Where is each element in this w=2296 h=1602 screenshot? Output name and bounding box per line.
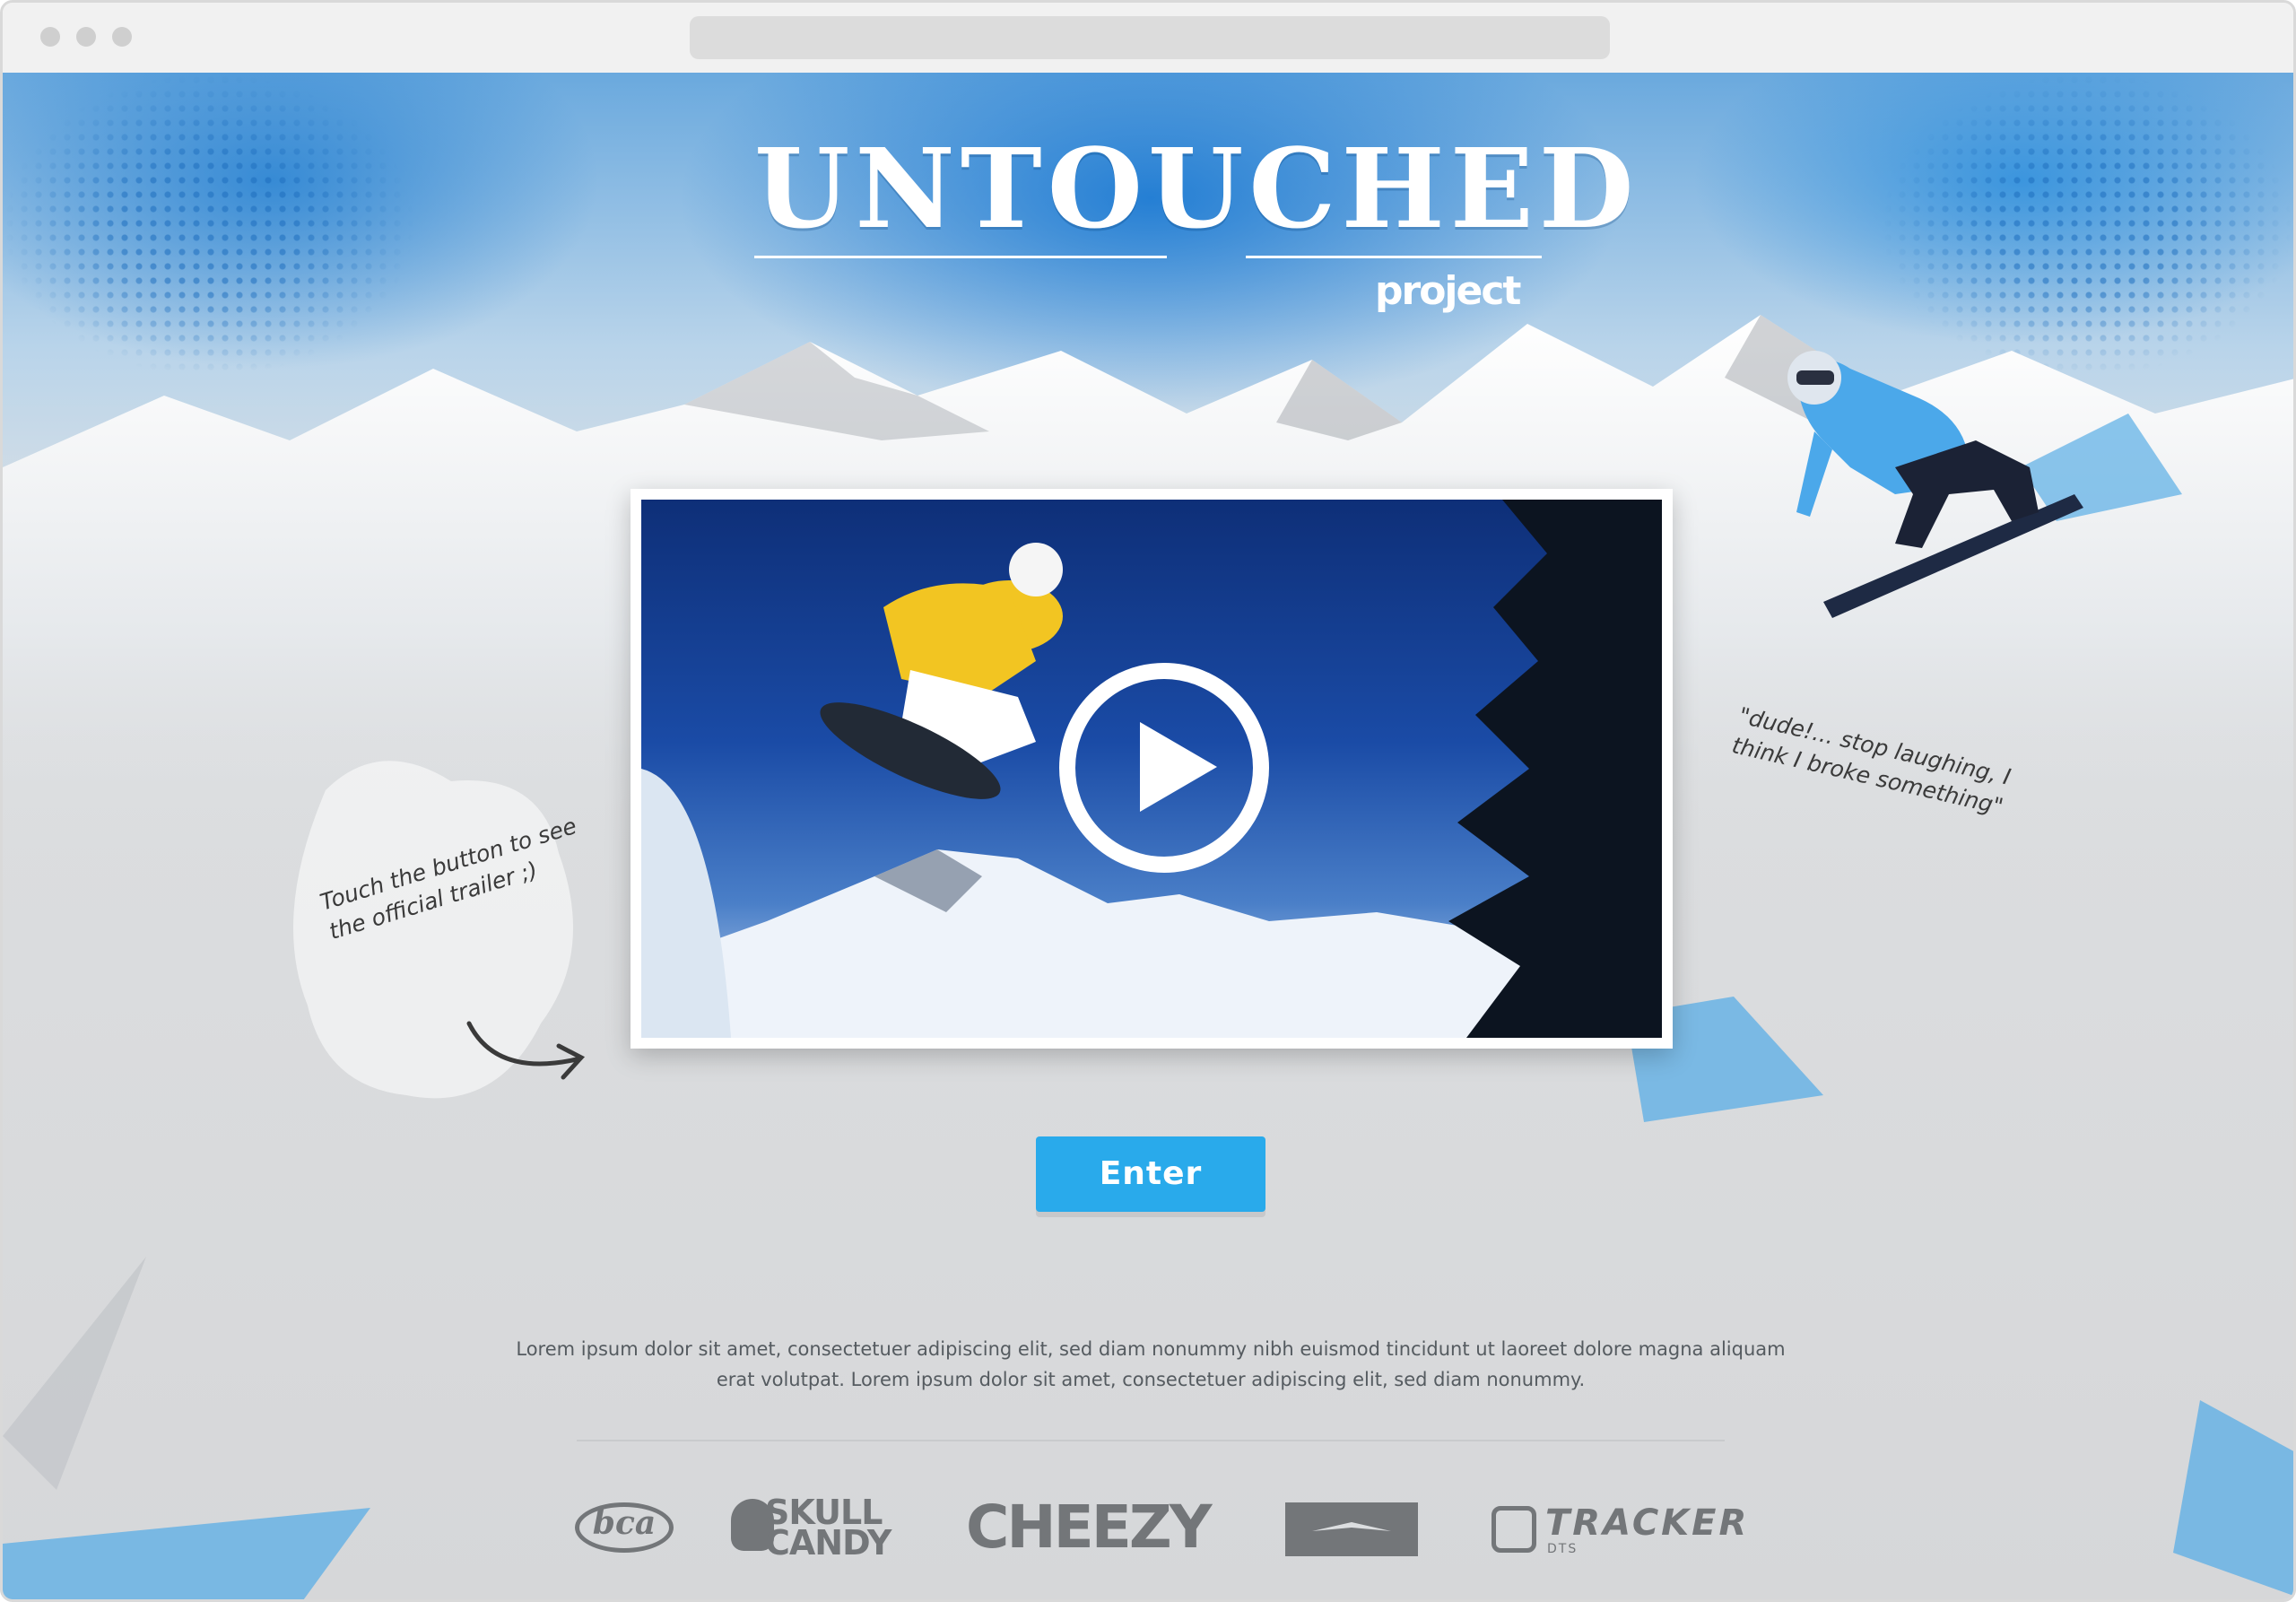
skullcandy-logo-text: SKULL CANDY <box>765 1493 891 1563</box>
decorative-gray-shard <box>3 1257 146 1490</box>
decorative-blue-shard <box>2173 1400 2293 1596</box>
address-bar[interactable] <box>690 16 1610 59</box>
title-underline <box>754 256 1167 258</box>
decorative-blue-shard <box>3 1508 370 1599</box>
landing-page: UNTOUCHED project Touch the button to se… <box>3 73 2293 1599</box>
curved-arrow-icon <box>466 1021 586 1080</box>
window-maximize-dot[interactable] <box>112 27 132 47</box>
sponsor-logo-bca[interactable]: bca <box>568 1483 684 1572</box>
mountain-logo-icon <box>1285 1502 1418 1556</box>
play-icon[interactable] <box>1059 663 1269 873</box>
window-minimize-dot[interactable] <box>76 27 96 47</box>
sponsor-logo-skullcandy[interactable]: SKULL CANDY <box>731 1483 919 1572</box>
sponsor-logo-cheezy[interactable]: CHEEZY <box>966 1483 1213 1572</box>
browser-toolbar <box>3 3 2293 74</box>
intro-paragraph: Lorem ipsum dolor sit amet, consectetuer… <box>516 1338 1786 1390</box>
tracker-logo-subtext: DTS <box>1547 1542 1578 1556</box>
enter-button[interactable]: Enter <box>1036 1136 1265 1212</box>
snowboarder-illustration <box>1787 351 2083 618</box>
sponsor-logos: bca SKULL CANDY CHEEZY TRACKER DTS <box>568 1483 1752 1572</box>
paw-icon <box>1492 1506 1536 1553</box>
trailer-video-player[interactable] <box>641 500 1662 1038</box>
sponsor-logo-tracker[interactable]: TRACKER DTS <box>1492 1483 1746 1572</box>
browser-window: UNTOUCHED project Touch the button to se… <box>0 0 2296 1602</box>
brand-subtitle: project <box>1375 268 1521 314</box>
footer-divider <box>577 1440 1725 1441</box>
sponsor-logo-mountain[interactable] <box>1285 1483 1418 1572</box>
brand-title: UNTOUCHED <box>754 124 1639 253</box>
title-underline <box>1246 256 1542 258</box>
tracker-logo-text: TRACKER <box>1545 1502 1750 1544</box>
play-triangle-icon <box>1140 722 1217 812</box>
bca-logo-text: bca <box>592 1504 657 1542</box>
trailer-video-card[interactable] <box>631 489 1673 1049</box>
window-close-dot[interactable] <box>40 27 60 47</box>
